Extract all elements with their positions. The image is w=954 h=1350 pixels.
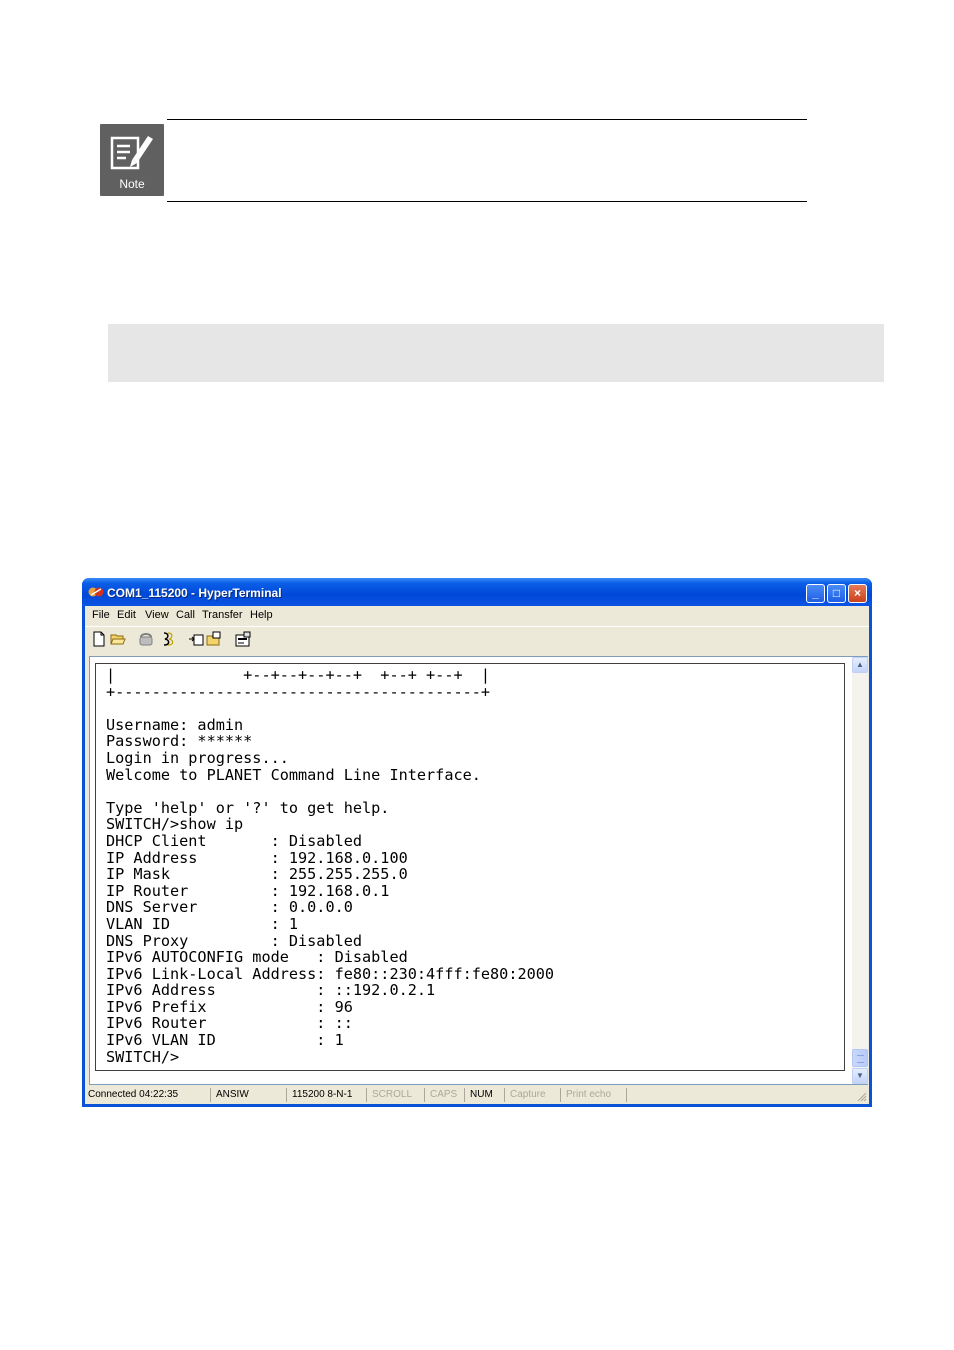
scroll-up-button[interactable]: ▲ (852, 657, 868, 673)
status-caps: CAPS (427, 1088, 465, 1102)
command-box (108, 324, 884, 382)
note-bottom-rule (167, 201, 807, 202)
terminal-screen[interactable]: | +--+--+--+--+ +--+ +--+ | +-----------… (95, 663, 845, 1071)
note-label: Note (119, 177, 145, 191)
scroll-down-button[interactable]: ▼ (852, 1068, 868, 1084)
receive-file-icon[interactable] (206, 631, 222, 647)
terminal-line: Password: ****** (106, 732, 253, 751)
terminal-line: IPv6 AUTOCONFIG mode : Disabled (106, 948, 408, 967)
connect-phone-icon[interactable] (138, 631, 154, 647)
terminal-line: IP Address : 192.168.0.100 (106, 848, 408, 867)
terminal-line: Login in progress... (106, 748, 289, 767)
status-bar: Connected 04:22:35 ANSIW 115200 8-N-1 SC… (85, 1086, 869, 1104)
minimize-button[interactable]: _ (806, 584, 825, 603)
terminal-line: IP Router : 192.168.0.1 (106, 881, 390, 900)
status-settings: 115200 8-N-1 (289, 1088, 367, 1102)
terminal-line: SWITCH/> (106, 1047, 180, 1066)
terminal-line: IPv6 Link-Local Address: fe80::230:4fff:… (106, 964, 555, 983)
close-button[interactable]: × (848, 584, 867, 603)
status-scroll: SCROLL (369, 1088, 425, 1102)
menu-edit[interactable]: Edit (117, 609, 136, 621)
terminal-line: IPv6 Router : :: (106, 1014, 353, 1033)
terminal-line: SWITCH/>show ip (106, 815, 244, 834)
send-file-icon[interactable] (188, 631, 204, 647)
status-connected: Connected 04:22:35 (85, 1088, 211, 1102)
title-bar[interactable]: COM1_115200 - HyperTerminal _ □ × (82, 578, 872, 606)
menu-transfer[interactable]: Transfer (202, 609, 243, 621)
menu-help[interactable]: Help (250, 609, 273, 621)
status-num: NUM (467, 1088, 505, 1102)
window-client: File Edit View Call Transfer Help | +--+… (85, 606, 869, 1104)
note-top-rule (167, 119, 807, 120)
status-emulation: ANSIW (213, 1088, 287, 1102)
menu-bar: File Edit View Call Transfer Help (85, 606, 869, 626)
new-connection-icon[interactable] (91, 631, 107, 647)
note-icon: Note (100, 124, 164, 196)
disconnect-icon[interactable] (160, 631, 176, 647)
terminal-line: +---------------------------------------… (106, 682, 491, 701)
terminal-line: Welcome to PLANET Command Line Interface… (106, 765, 481, 784)
terminal-line: DNS Proxy : Disabled (106, 931, 363, 950)
properties-icon[interactable] (235, 631, 251, 647)
terminal-line: DHCP Client : Disabled (106, 831, 363, 850)
terminal-frame: | +--+--+--+--+ +--+ +--+ | +-----------… (89, 656, 868, 1085)
terminal-output: | +--+--+--+--+ +--+ +--+ | +-----------… (106, 667, 554, 1065)
terminal-line: IPv6 Prefix : 96 (106, 997, 353, 1016)
status-capture: Capture (507, 1088, 561, 1102)
terminal-line: IPv6 VLAN ID : 1 (106, 1031, 344, 1050)
menu-file[interactable]: File (92, 609, 110, 621)
scroll-thumb[interactable] (852, 1049, 868, 1067)
hyperterminal-window: COM1_115200 - HyperTerminal _ □ × File E… (82, 578, 872, 1107)
resize-grip-icon[interactable] (857, 1092, 867, 1102)
toolbar (85, 626, 869, 653)
terminal-line: IP Mask : 255.255.255.0 (106, 865, 408, 884)
hyperterminal-app-icon[interactable] (88, 585, 104, 599)
terminal-line: IPv6 Address : ::192.0.2.1 (106, 981, 436, 1000)
notepad-pen-icon (110, 136, 153, 170)
terminal-line: Username: admin (106, 715, 244, 734)
terminal-line: | +--+--+--+--+ +--+ +--+ | (106, 666, 491, 684)
menu-view[interactable]: View (145, 609, 169, 621)
terminal-line: DNS Server : 0.0.0.0 (106, 898, 353, 917)
window-title: COM1_115200 - HyperTerminal (107, 586, 282, 600)
open-folder-icon[interactable] (110, 631, 126, 647)
status-print-echo: Print echo (563, 1088, 627, 1102)
menu-call[interactable]: Call (176, 609, 195, 621)
terminal-line: VLAN ID : 1 (106, 914, 299, 933)
maximize-button[interactable]: □ (827, 584, 846, 603)
vertical-scrollbar[interactable]: ▲ ▼ (852, 657, 868, 1084)
terminal-line: Type 'help' or '?' to get help. (106, 798, 390, 817)
